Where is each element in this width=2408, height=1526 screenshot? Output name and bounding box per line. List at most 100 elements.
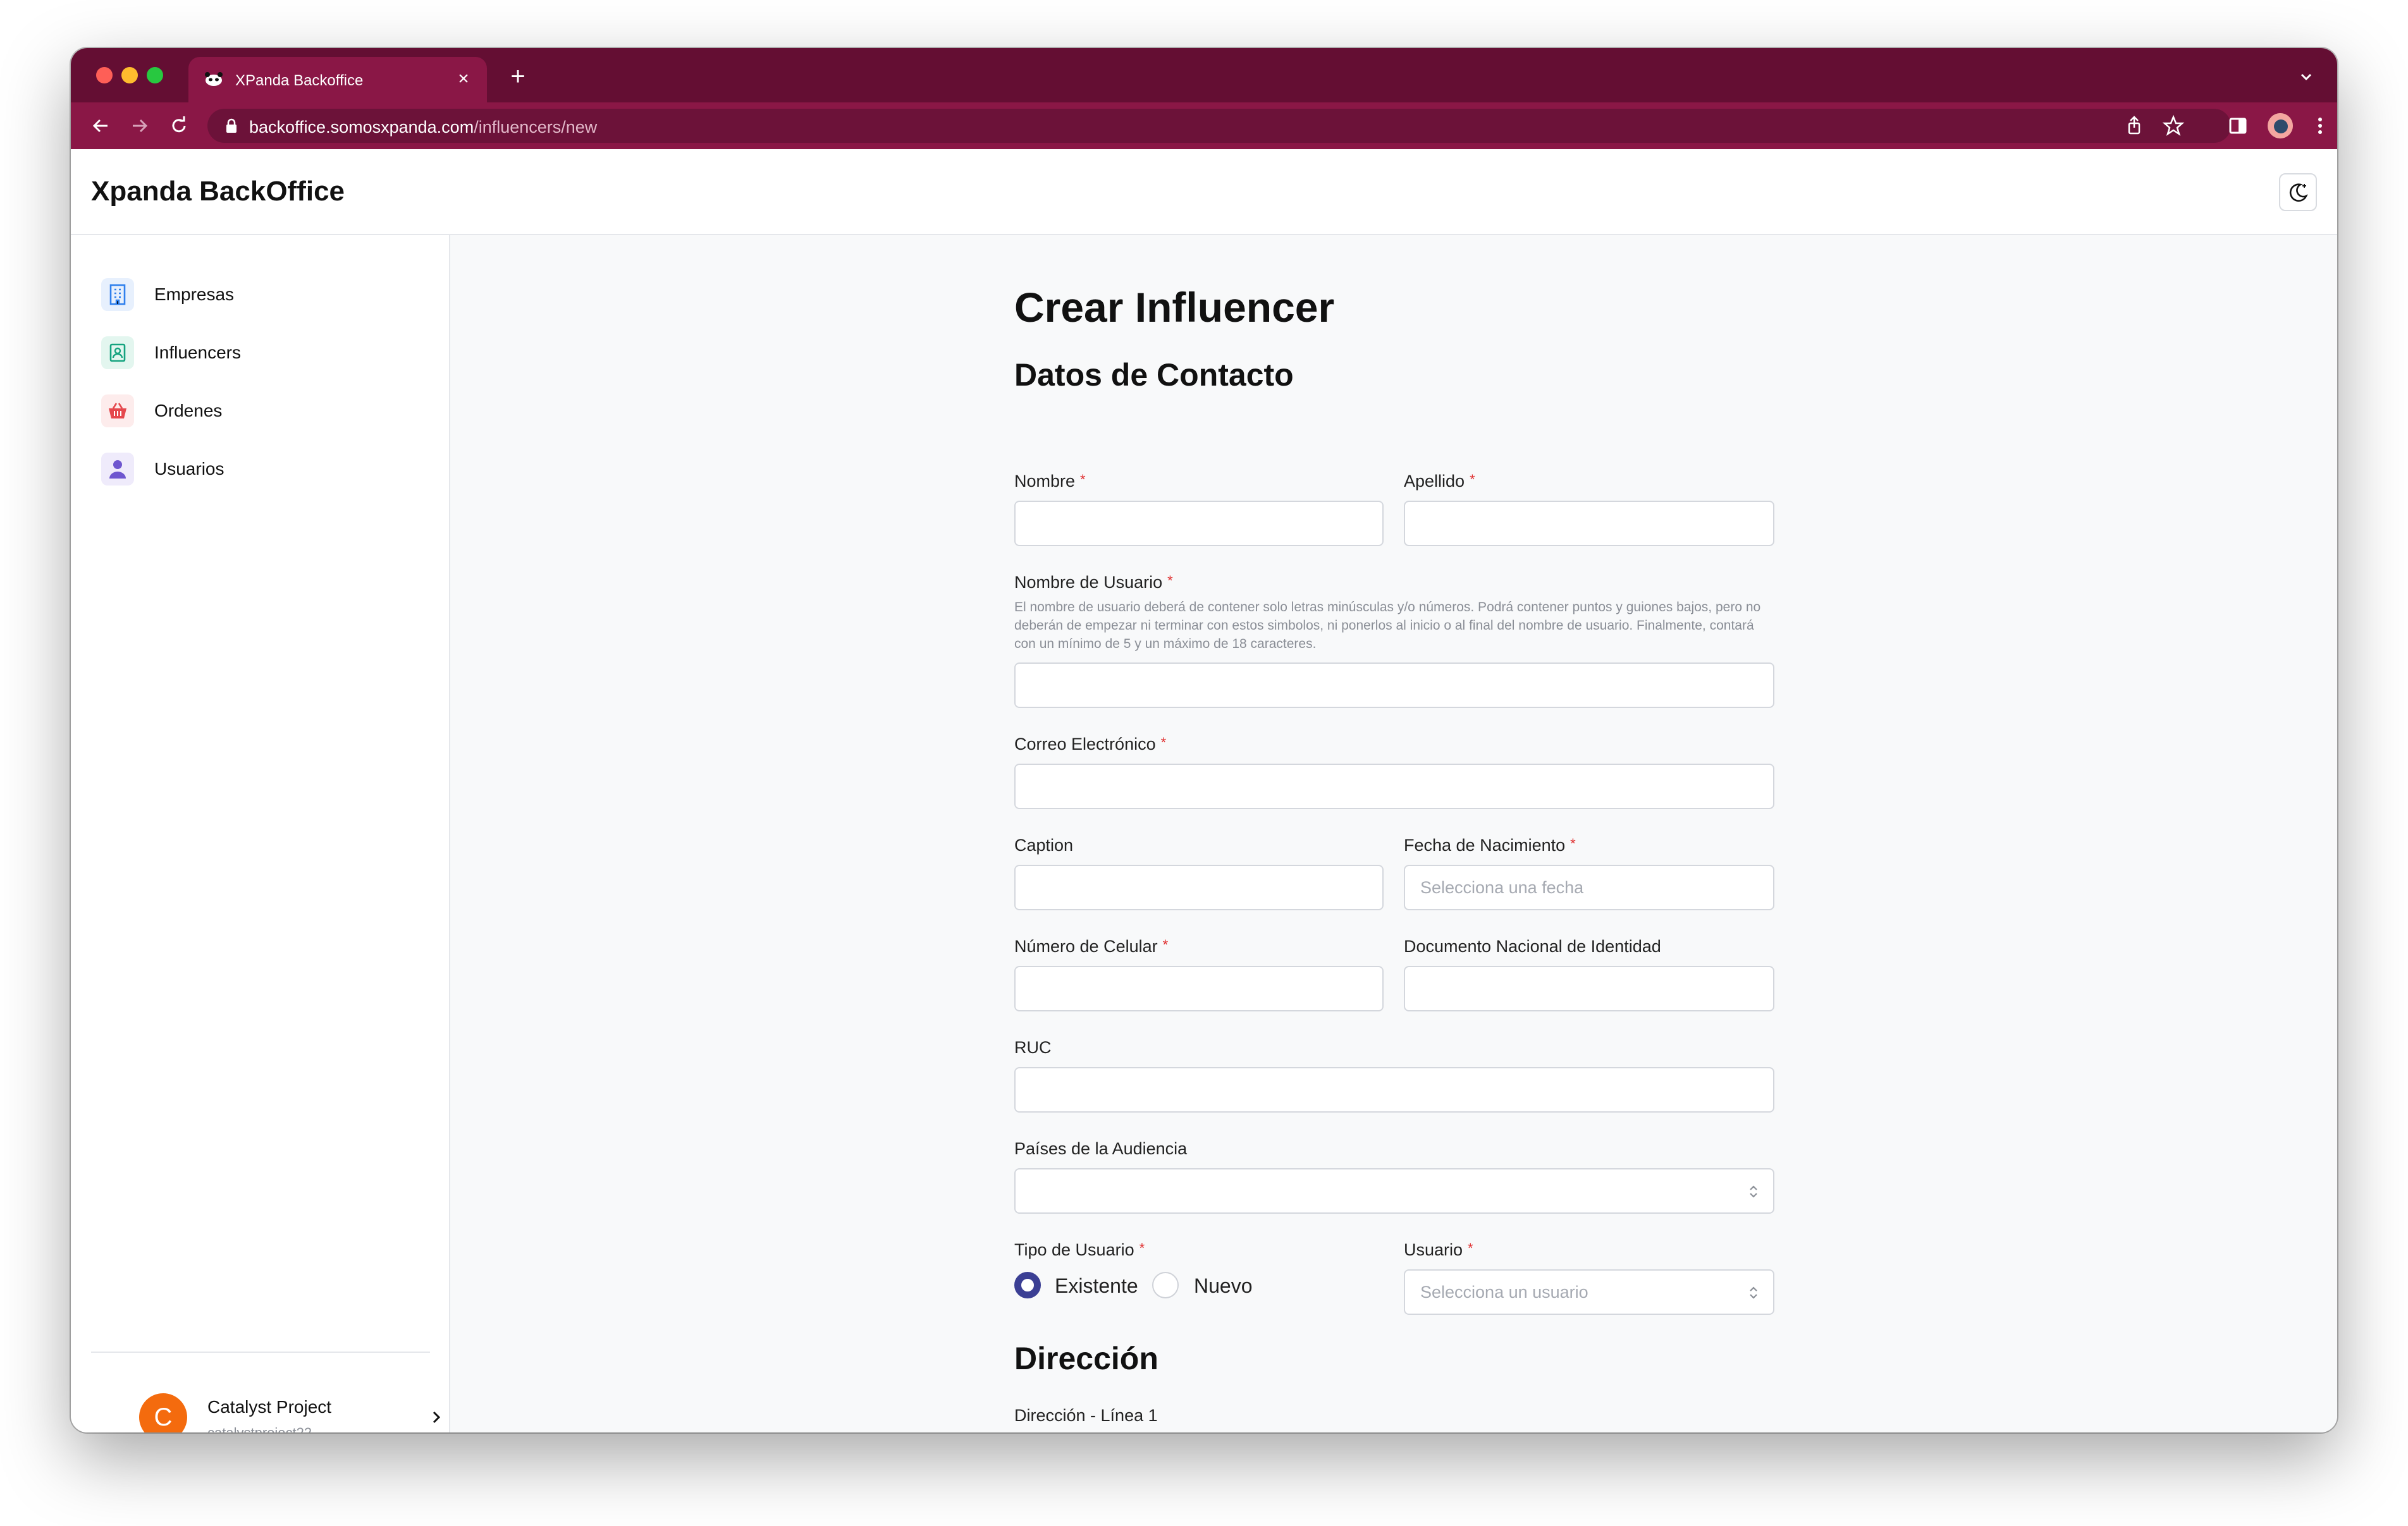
apellido-input[interactable] [1404,501,1774,546]
maximize-window-button[interactable] [147,67,163,83]
user-name: Catalyst Project [207,1397,332,1417]
dni-label: Documento Nacional de Identidad [1404,937,1661,956]
browser-window: XPanda Backoffice × + backoffice.somosxp… [71,48,2337,1432]
forward-arrow-icon[interactable] [129,115,150,137]
ruc-input[interactable] [1014,1067,1774,1113]
avatar: C [139,1393,187,1432]
select-arrows-icon [1750,1185,1757,1198]
radio-existente[interactable] [1014,1272,1041,1298]
birthdate-picker[interactable]: Selecciona una fecha [1404,865,1774,910]
sidebar-item-label: Usuarios [154,459,224,479]
sidebar: Empresas Influencers Ordenes Usuarios C … [71,235,450,1432]
url-path: /influencers/new [474,118,598,137]
new-tab-button[interactable]: + [507,64,529,89]
browser-tab-active[interactable]: XPanda Backoffice × [188,57,487,102]
phone-input[interactable] [1014,966,1384,1011]
browser-menu-icon[interactable] [2308,114,2332,138]
nombre-label-text: Nombre [1014,472,1076,491]
user-email: catalystproject22... [207,1425,323,1432]
moon-stars-icon [2289,183,2308,202]
browser-toolbar: backoffice.somosxpanda.com/influencers/n… [71,102,2337,149]
url-host: backoffice.somosxpanda.com [249,118,474,137]
minimize-window-button[interactable] [121,67,138,83]
dni-input[interactable] [1404,966,1774,1011]
email-label-text: Correo Electrónico [1014,735,1156,754]
panda-favicon-icon [205,72,223,86]
lock-icon [226,118,236,133]
share-icon[interactable] [2122,114,2146,138]
username-label-text: Nombre de Usuario [1014,573,1163,592]
reload-icon[interactable] [168,115,190,137]
bookmark-star-icon[interactable] [2161,114,2185,138]
required-mark: * [1139,1240,1145,1256]
username-help-text: El nombre de usuario deberá de contener … [1014,600,1761,651]
required-mark: * [1162,937,1169,953]
app-header: Xpanda BackOffice [71,149,2337,235]
email-field[interactable] [1014,764,1774,809]
countries-label: Países de la Audiencia [1014,1139,1188,1158]
sidebar-item-empresas[interactable]: Empresas [101,274,430,315]
url-text: backoffice.somosxpanda.com/influencers/n… [249,118,597,137]
profile-image-icon [2268,113,2293,138]
address-bar[interactable]: backoffice.somosxpanda.com/influencers/n… [207,109,2231,143]
basket-icon [101,394,134,427]
apellido-label-text: Apellido [1404,472,1465,491]
required-mark: * [1080,472,1086,487]
caption-label: Caption [1014,836,1074,855]
countries-select[interactable] [1014,1168,1774,1214]
sidebar-divider [91,1352,430,1353]
username-input[interactable] [1014,662,1774,708]
user-profile-card[interactable]: C Catalyst Project catalystproject22... [139,1386,441,1432]
building-icon [101,278,134,311]
email-label: Correo Electrónico * [1014,735,1166,754]
nombre-label: Nombre * [1014,472,1086,491]
phone-label-text: Número de Celular [1014,937,1158,956]
page-title: Crear Influencer [1014,284,1335,331]
side-panel-icon[interactable] [2226,114,2250,138]
required-mark: * [1160,735,1167,750]
browser-tab-bar: XPanda Backoffice × + [71,48,2337,102]
address-line1-label: Dirección - Línea 1 [1014,1406,1158,1425]
user-select[interactable]: Selecciona un usuario [1404,1269,1774,1315]
id-badge-icon [101,336,134,369]
sidebar-item-label: Ordenes [154,401,223,420]
app-title: Xpanda BackOffice [91,176,345,207]
sidebar-item-influencers[interactable]: Influencers [101,333,430,373]
required-mark: * [1470,472,1475,487]
user-icon [101,453,134,485]
ruc-label: RUC [1014,1038,1052,1057]
required-mark: * [1167,573,1173,589]
back-arrow-icon[interactable] [90,115,111,137]
sidebar-item-label: Influencers [154,343,241,362]
sidebar-item-usuarios[interactable]: Usuarios [101,449,430,489]
radio-nuevo[interactable] [1152,1272,1179,1298]
birthdate-label-text: Fecha de Nacimiento [1404,836,1566,855]
user-label-text: Usuario [1404,1240,1463,1259]
radio-existente-label[interactable]: Existente [1055,1274,1138,1298]
username-label: Nombre de Usuario * [1014,573,1173,592]
profile-avatar-icon[interactable] [2268,113,2293,138]
nombre-input[interactable] [1014,501,1384,546]
required-mark: * [1570,836,1576,852]
phone-label: Número de Celular * [1014,937,1168,956]
close-tab-icon[interactable]: × [454,70,473,89]
user-type-label: Tipo de Usuario * [1014,1240,1145,1260]
theme-toggle-button[interactable] [2279,173,2317,211]
close-window-button[interactable] [96,67,113,83]
user-label: Usuario * [1404,1240,1473,1260]
select-arrows-icon [1750,1286,1757,1299]
section-title-contact: Datos de Contacto [1014,357,1294,393]
user-type-label-text: Tipo de Usuario [1014,1240,1134,1259]
caption-input[interactable] [1014,865,1384,910]
sidebar-item-ordenes[interactable]: Ordenes [101,391,430,431]
section-title-address: Dirección [1014,1341,1158,1376]
sidebar-item-label: Empresas [154,284,235,304]
chevron-right-icon[interactable] [427,1407,445,1427]
user-select-placeholder: Selecciona un usuario [1420,1283,1588,1302]
radio-nuevo-label[interactable]: Nuevo [1194,1274,1253,1298]
required-mark: * [1468,1240,1473,1256]
apellido-label: Apellido * [1404,472,1475,491]
tab-title: XPanda Backoffice [235,72,364,89]
chevron-down-icon[interactable] [2297,67,2316,86]
birthdate-label: Fecha de Nacimiento * [1404,836,1576,855]
